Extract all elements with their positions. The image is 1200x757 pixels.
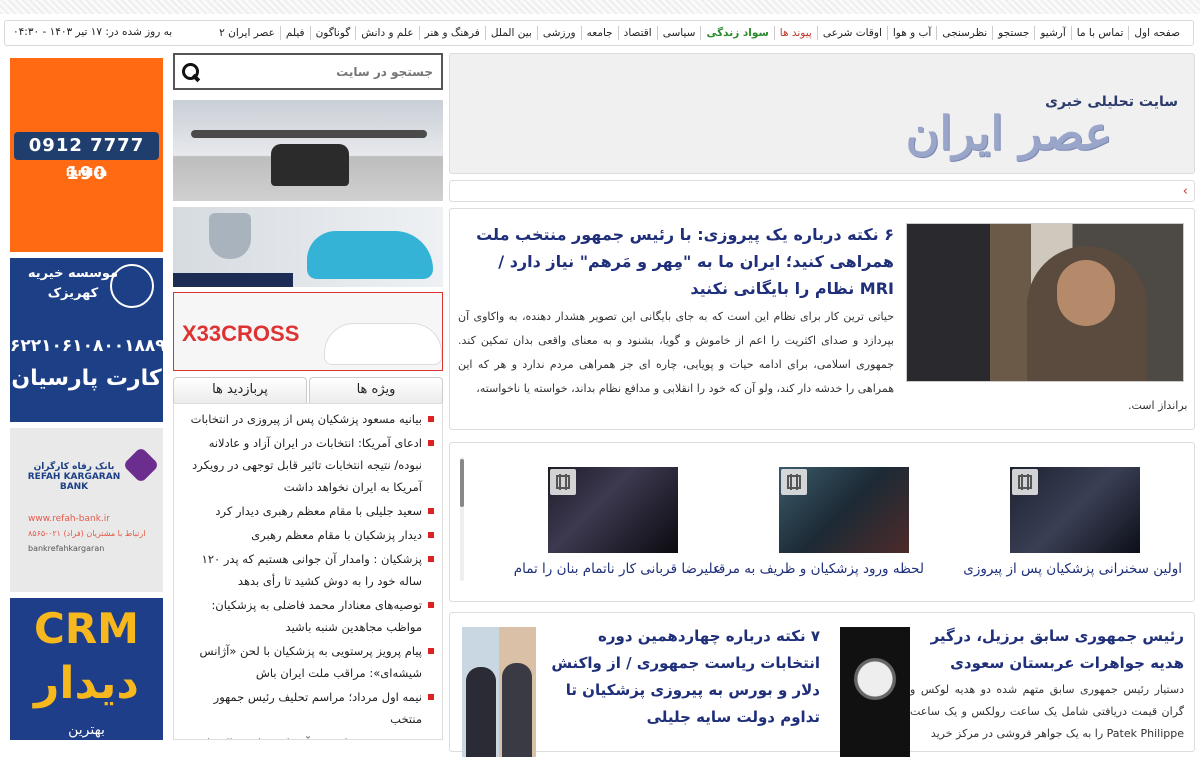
nav-item-asriran2[interactable]: عصر ایران ۲	[214, 26, 280, 40]
car-image	[324, 323, 442, 365]
nav-item-contact[interactable]: تماس با ما	[1070, 26, 1129, 40]
site-header-logo[interactable]: سایت تحلیلی خبری عصر ایران	[449, 53, 1195, 174]
film-icon	[1012, 469, 1038, 495]
site-logo-text: عصر ایران	[905, 106, 1112, 160]
ad-car-insurance[interactable]	[173, 207, 443, 287]
ad-refah-website: www.refah-bank.ir	[28, 514, 110, 524]
story-title[interactable]: رئیس جمهوری سابق برزیل، درگیر هدیه جواهر…	[916, 623, 1184, 677]
ad-x33cross[interactable]: X33CROSS	[173, 292, 443, 371]
film-icon	[550, 469, 576, 495]
x33cross-logo: X33CROSS	[182, 321, 300, 346]
ad-kahrizak-charity[interactable]: موسسه خیریه کهریزک ۶۲۲۱۰۶۱۰۸۰۰۱۸۸۹۰ کارت…	[10, 258, 163, 422]
flying-car-body	[271, 144, 349, 186]
last-updated-text: به روز شده در: ۱۷ تیر ۱۴۰۳ - ۰۴:۳۰	[13, 26, 173, 38]
video-caption[interactable]: علیرضا قربانی کار ناتمام بنان را تمام	[514, 561, 721, 577]
car-image	[307, 231, 433, 279]
video-thumbnail[interactable]	[779, 467, 909, 553]
site-search-box	[173, 53, 443, 90]
nav-item-film[interactable]: فیلم	[279, 26, 310, 40]
nav-item-links[interactable]: پیوند ها	[773, 26, 817, 40]
ad-kahrizak-title: موسسه خیریه کهریزک	[27, 266, 119, 301]
featured-story-title[interactable]: ۶ نکته درباره یک پیروزی: با رئیس جمهور م…	[474, 221, 894, 302]
ad-kahrizak-card-number: ۶۲۲۱۰۶۱۰۸۰۰۱۸۸۹۰	[10, 336, 163, 356]
nav-item-home[interactable]: صفحه اول	[1128, 26, 1185, 40]
nav-item-poll[interactable]: نظرسنجی	[936, 26, 992, 40]
ad-refah-name: بانک رفاه کارگران REFAH KARGARAN BANK	[24, 462, 124, 492]
ad-budica-brand: budica	[65, 166, 108, 179]
nav-item-archive[interactable]: آرشیو	[1034, 26, 1070, 40]
nav-item-international[interactable]: بین الملل	[484, 26, 537, 40]
tab-most-viewed[interactable]: پربازدید ها	[173, 377, 307, 403]
photo-person	[466, 667, 496, 757]
nav-item-search[interactable]: جستجو	[992, 26, 1034, 40]
news-ticker: ‹	[449, 180, 1195, 202]
nav-item-sports[interactable]: ورزشی	[536, 26, 581, 40]
story-image-jewelry[interactable]	[840, 627, 910, 757]
list-item[interactable]: بیانیه مسعود پزشکیان پس از پیروزی در انت…	[180, 408, 436, 430]
ad-flying-car[interactable]	[173, 100, 443, 201]
shield-icon	[209, 213, 251, 259]
search-input[interactable]	[203, 63, 441, 80]
nav-item-misc[interactable]: گوناگون	[309, 26, 356, 40]
ad-budica[interactable]: 0912 7777 190 budica	[10, 58, 163, 252]
list-item[interactable]: توصیه‌های معنادار محمد فاضلی به پزشکیان:…	[180, 594, 436, 638]
ad-refah-social: bankrefahkargaran	[28, 544, 105, 553]
ad-best-label: بهترین	[68, 722, 105, 738]
secondary-stories: رئیس جمهوری سابق برزیل، درگیر هدیه جواهر…	[449, 612, 1195, 757]
nav-menu: صفحه اول تماس با ما آرشیو جستجو نظرسنجی …	[214, 26, 1193, 40]
ad-insurance-footer	[173, 273, 293, 287]
chevron-right-icon[interactable]: ‹	[1183, 184, 1188, 199]
film-icon	[781, 469, 807, 495]
news-tabs: ویژه ها پربازدید ها	[173, 377, 443, 403]
video-caption[interactable]: لحظه ورود پزشکیان و ظریف به مرقد	[712, 561, 924, 577]
featured-story-summary-end: برانداز است.	[1128, 399, 1188, 412]
nav-item-prayer-times[interactable]: اوقات شرعی	[816, 26, 887, 40]
story-image-candidates[interactable]	[462, 627, 536, 757]
nav-item-politics[interactable]: سیاسی	[656, 26, 701, 40]
list-item[interactable]: ادعای آمریکا: انتخابات در ایران آزاد و ع…	[180, 432, 436, 498]
ad-crm-label: CRM	[34, 604, 139, 653]
ad-didar-label: دیدار	[34, 658, 139, 709]
ad-refah-phone: ارتباط با مشتریان (فراد) ۰۲۱-۸۵۶۵	[28, 529, 146, 538]
news-list: بیانیه مسعود پزشکیان پس از پیروزی در انت…	[173, 403, 443, 740]
featured-story-image[interactable]	[906, 223, 1184, 382]
photo-person	[502, 663, 532, 757]
photo-face	[1057, 260, 1115, 326]
ad-refah-bank[interactable]: بانک رفاه کارگران REFAH KARGARAN BANK www…	[10, 428, 163, 592]
ad-crm-didar[interactable]: CRM دیدار بهترین	[10, 598, 163, 740]
story-title[interactable]: ۷ نکته درباره چهاردهمین دوره انتخابات ری…	[548, 623, 820, 731]
ad-budica-phone: 0912 7777 190	[14, 132, 159, 184]
featured-story: ۶ نکته درباره یک پیروزی: با رئیس جمهور م…	[449, 208, 1195, 430]
ad-refah-name-en: REFAH KARGARAN BANK	[27, 472, 121, 492]
video-thumbnail[interactable]	[1010, 467, 1140, 553]
carousel-scroll-thumb[interactable]	[460, 459, 464, 507]
video-carousel: اولین سخنرانی پزشکیان پس از پیروزی لحظه …	[449, 442, 1195, 602]
list-item[interactable]: پزشکیان : وامدار آن جوانی هستیم که پدر ۱…	[180, 548, 436, 592]
flying-car-wing	[191, 130, 427, 138]
nav-item-weather[interactable]: آب و هوا	[886, 26, 936, 40]
nav-item-society[interactable]: جامعه	[580, 26, 618, 40]
refah-bank-logo-icon	[122, 446, 160, 484]
list-item[interactable]: سعید جلیلی با مقام معظم رهبری دیدار کرد	[180, 500, 436, 522]
story-summary: دستیار رئیس جمهوری سابق متهم شده دو هدیه…	[910, 683, 1184, 740]
list-item[interactable]: موری جی پی؛ بلندترین آسمان خراش حال حاضر…	[180, 732, 436, 739]
search-icon[interactable]	[175, 58, 203, 86]
ad-kahrizak-card-label: کارت پارسیان	[11, 366, 162, 391]
list-item[interactable]: دیدار پزشکیان با مقام معظم رهبری	[180, 524, 436, 546]
video-caption[interactable]: اولین سخنرانی پزشکیان پس از پیروزی	[963, 561, 1182, 577]
video-thumbnail[interactable]	[548, 467, 678, 553]
nav-item-economy[interactable]: اقتصاد	[617, 26, 657, 40]
nav-item-science[interactable]: علم و دانش	[355, 26, 418, 40]
tab-featured[interactable]: ویژه ها	[309, 377, 443, 403]
ad-refah-name-fa: بانک رفاه کارگران	[33, 462, 115, 472]
nav-item-culture[interactable]: فرهنگ و هنر	[418, 26, 485, 40]
list-item[interactable]: پیام پرویز پرستویی به پزشکیان با لحن «آژ…	[180, 640, 436, 684]
nav-item-life-literacy[interactable]: سواد زندگی	[700, 26, 773, 40]
list-item[interactable]: نیمه اول مرداد؛ مراسم تحلیف رئیس جمهور م…	[180, 686, 436, 730]
top-nav-bar: صفحه اول تماس با ما آرشیو جستجو نظرسنجی …	[4, 20, 1194, 46]
featured-story-summary: حیاتی ترین کار برای نظام این است که به ج…	[458, 310, 894, 395]
top-decor-strip	[0, 0, 1200, 14]
